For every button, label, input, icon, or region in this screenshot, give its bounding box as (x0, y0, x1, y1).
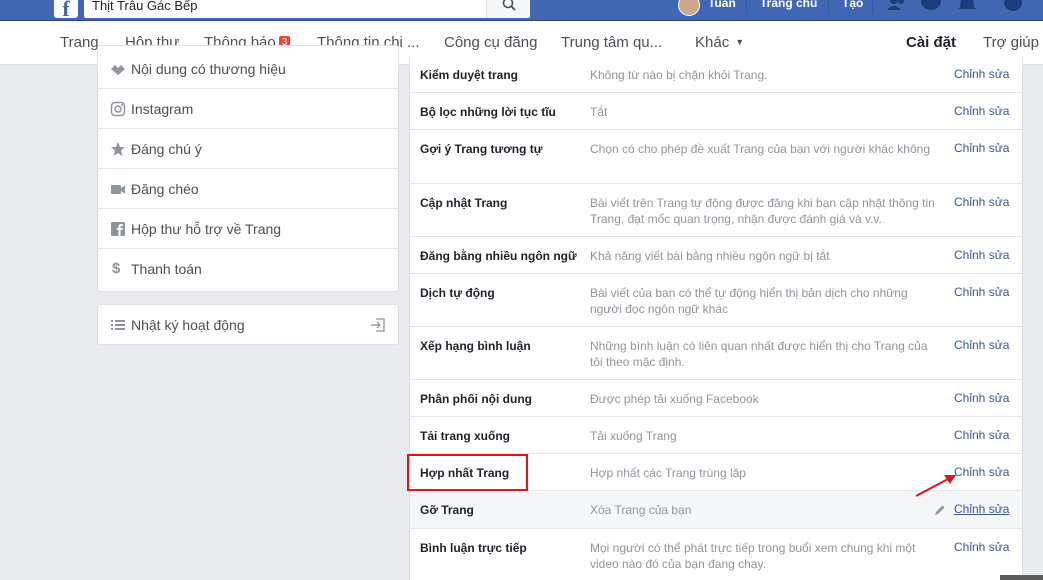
setting-name: Kiểm duyệt trang (420, 68, 519, 82)
edit-link[interactable]: Chỉnh sửa (954, 195, 1009, 209)
setting-name: Gỡ Trang (420, 503, 474, 517)
setting-description: Mọi người có thể phát trực tiếp trong bu… (590, 541, 916, 571)
dollar-icon: $ (112, 260, 121, 277)
setting-description: Được phép tải xuống Facebook (590, 392, 759, 406)
sidebar-item-label: Hộp thư hỗ trợ về Trang (131, 221, 282, 237)
divider (746, 0, 747, 14)
settings-row-comment-ranking: Xếp hạng bình luận Những bình luận có li… (410, 327, 1022, 380)
top-bar: f Thịt Trâu Gác Bếp Tuấn Trang chủ Tạo (0, 0, 1043, 21)
setting-name: Dịch tự động (420, 286, 495, 300)
search-icon (502, 0, 516, 11)
edit-link[interactable]: Chỉnh sửa (954, 540, 1009, 554)
setting-name: Đăng bằng nhiều ngôn ngữ (420, 249, 577, 263)
settings-row-page-updates: Cập nhật Trang Bài viết trên Trang tự độ… (410, 184, 1022, 237)
divider (828, 0, 829, 14)
search-input[interactable]: Thịt Trâu Gác Bếp (84, 0, 530, 18)
red-arrow-annotation-icon (915, 475, 956, 497)
settings-row-live-commentary: Bình luận trực tiếp Mọi người có thể phá… (410, 529, 1022, 580)
sidebar-item-crossposting[interactable]: Đăng chéo (98, 169, 398, 209)
facebook-square-icon (111, 222, 125, 236)
messenger-icon[interactable] (920, 0, 942, 14)
settings-row-content-distribution: Phân phối nội dung Được phép tải xuống F… (410, 380, 1022, 417)
edit-link[interactable]: Chỉnh sửa (954, 391, 1009, 405)
tab-settings[interactable]: Cài đặt (906, 34, 956, 51)
setting-description: Không từ nào bị chặn khỏi Trang. (590, 68, 768, 82)
setting-description: Những bình luận có liên quan nhất được h… (590, 339, 928, 369)
sidebar-item-label: Đáng chú ý (131, 141, 202, 157)
tab-more-label: Khác (695, 34, 730, 51)
setting-description: Bài viết trên Trang tự động được đăng kh… (590, 196, 935, 226)
highlight-annotation-box (407, 454, 528, 491)
edit-link[interactable]: Chỉnh sửa (954, 104, 1009, 118)
setting-description: Khả năng viết bài bằng nhiều ngôn ngữ bị… (590, 249, 830, 263)
search-button[interactable] (486, 0, 530, 18)
video-camera-icon (111, 185, 125, 194)
sidebar-item-label: Nội dung có thương hiệu (131, 61, 286, 77)
sidebar-item-branded-content[interactable]: Nội dung có thương hiệu (98, 49, 398, 89)
setting-name: Phân phối nội dung (420, 392, 532, 406)
search-value: Thịt Trâu Gác Bếp (92, 0, 198, 13)
list-icon (111, 320, 125, 330)
pencil-icon[interactable] (934, 504, 946, 516)
notifications-bell-icon[interactable] (956, 0, 978, 14)
sidebar-item-support-inbox[interactable]: Hộp thư hỗ trợ về Trang (98, 209, 398, 249)
edit-link[interactable]: Chỉnh sửa (954, 248, 1009, 262)
settings-row-download-page: Tải trang xuống Tải xuống Trang Chỉnh sử… (410, 417, 1022, 454)
home-link[interactable]: Trang chủ (760, 0, 817, 10)
edit-link[interactable]: Chỉnh sửa (954, 465, 1009, 479)
edit-link[interactable]: Chỉnh sửa (954, 141, 1009, 155)
tab-help[interactable]: Trợ giúp (983, 34, 1039, 51)
settings-sidebar: Nội dung có thương hiệu Instagram Đáng c… (97, 45, 399, 292)
create-link[interactable]: Tạo (842, 0, 863, 10)
tab-page[interactable]: Trang (60, 34, 99, 51)
setting-description: Tắt (590, 105, 608, 119)
tab-ad-center[interactable]: Trung tâm qu... (561, 34, 662, 51)
setting-name: Tải trang xuống (420, 429, 510, 443)
edit-link[interactable]: Chỉnh sửa (954, 67, 1009, 81)
setting-description: Chọn có cho phép đề xuất Trang của bạn v… (590, 142, 930, 156)
setting-name: Gợi ý Trang tương tự (420, 142, 543, 156)
instagram-icon (110, 101, 126, 117)
tab-more[interactable]: Khác ▼ (695, 34, 744, 51)
setting-description: Tải xuống Trang (590, 429, 677, 443)
settings-row-multilanguage-posts: Đăng bằng nhiều ngôn ngữ Khả năng viết b… (410, 237, 1022, 274)
setting-description: Bài viết của bạn có thể tự động hiển thị… (590, 286, 908, 316)
sidebar-item-payments[interactable]: $ Thanh toán (98, 249, 398, 289)
setting-description: Xóa Trang của bạn (590, 503, 692, 517)
facebook-logo-icon[interactable]: f (54, 0, 78, 21)
user-name-link[interactable]: Tuấn (708, 0, 736, 10)
edit-link[interactable]: Chỉnh sửa (954, 285, 1009, 299)
caret-down-icon: ▼ (735, 37, 745, 47)
setting-name: Bộ lọc những lời tục tĩu (420, 105, 556, 119)
settings-row-translate-automatically: Dịch tự động Bài viết của bạn có thể tự … (410, 274, 1022, 327)
edit-link[interactable]: Chỉnh sửa (954, 338, 1009, 352)
setting-name: Bình luận trực tiếp (420, 541, 527, 555)
sidebar-item-instagram[interactable]: Instagram (98, 89, 398, 129)
divider (872, 0, 873, 14)
settings-row-page-moderation: Kiểm duyệt trang Không từ nào bị chặn kh… (410, 56, 1022, 93)
sidebar-item-label: Instagram (131, 101, 194, 117)
tab-publishing-tools[interactable]: Công cụ đăng (444, 34, 537, 51)
edit-link[interactable]: Chỉnh sửa (954, 502, 1009, 516)
sidebar-item-label: Thanh toán (131, 261, 202, 277)
friend-requests-icon[interactable] (886, 0, 908, 14)
sidebar-item-activity-log[interactable]: Nhật ký hoạt động (97, 304, 399, 345)
setting-name: Xếp hạng bình luận (420, 339, 531, 353)
star-icon (111, 142, 125, 156)
general-settings-panel: Kiểm duyệt trang Không từ nào bị chặn kh… (409, 56, 1023, 580)
setting-name: Cập nhật Trang (420, 196, 508, 210)
sidebar-item-label: Đăng chéo (131, 181, 199, 197)
sidebar-item-label: Nhật ký hoạt động (131, 317, 245, 333)
settings-row-similar-page-suggestions: Gợi ý Trang tương tự Chọn có cho phép đề… (410, 130, 1022, 184)
user-avatar[interactable] (678, 0, 700, 16)
edit-link[interactable]: Chỉnh sửa (954, 428, 1009, 442)
help-icon[interactable] (1002, 0, 1024, 14)
sidebar-item-featured[interactable]: Đáng chú ý (98, 129, 398, 169)
settings-row-profanity-filter: Bộ lọc những lời tục tĩu Tắt Chỉnh sửa (410, 93, 1022, 130)
scrollbar[interactable] (1000, 575, 1043, 580)
handshake-icon (111, 65, 125, 75)
setting-description: Hợp nhất các Trang trùng lặp (590, 466, 746, 480)
open-external-icon[interactable] (370, 317, 386, 333)
